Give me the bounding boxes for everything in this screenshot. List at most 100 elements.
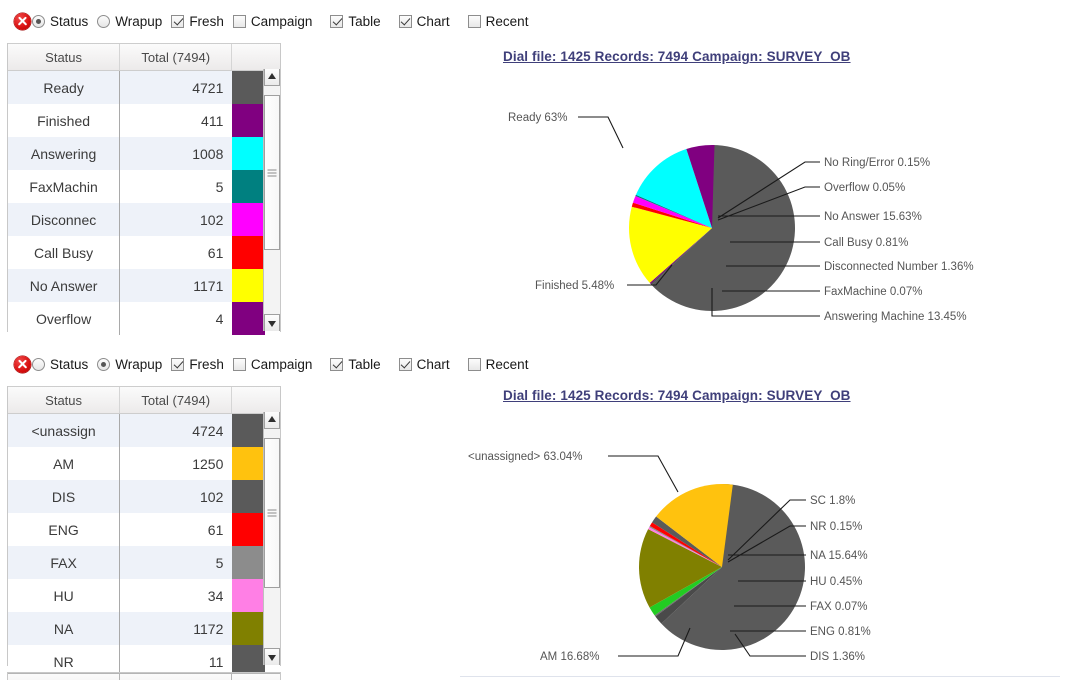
checkbox-table[interactable] — [330, 357, 344, 371]
cell-status: Disconnec — [8, 203, 121, 236]
table-row[interactable]: HU 34 — [8, 579, 280, 612]
table-row[interactable]: FaxMachin 5 — [8, 170, 280, 203]
table-row[interactable]: Ready 4721 — [8, 71, 280, 104]
option-label-campaign: Campaign — [250, 13, 313, 29]
radio-wrapup[interactable] — [97, 14, 111, 28]
pie-slice-label: <unassigned> 63.04% — [468, 451, 582, 463]
table-row[interactable]: <unassign 4724 — [8, 414, 280, 447]
cell-total: 61 — [207, 244, 224, 261]
table-row[interactable]: Call Busy 61 — [8, 236, 280, 269]
option-table[interactable]: Table — [330, 13, 381, 29]
checkbox-recent[interactable] — [467, 357, 481, 371]
table-row[interactable]: Overflow 4 — [8, 302, 280, 335]
table-row[interactable]: FAX 5 — [8, 546, 280, 579]
option-label-wrapup: Wrapup — [115, 13, 163, 29]
color-swatch — [232, 104, 266, 137]
table-row[interactable]: Finished 411 — [8, 104, 280, 137]
checkbox-chart[interactable] — [398, 357, 412, 371]
option-label-table: Table — [348, 356, 381, 372]
checkbox-fresh[interactable] — [171, 357, 185, 371]
option-campaign[interactable]: Campaign — [232, 13, 313, 29]
color-swatch — [232, 170, 266, 203]
next-table-partial — [7, 672, 281, 680]
scroll-up-button[interactable] — [264, 69, 280, 86]
column-header-status[interactable]: Status — [8, 44, 121, 70]
cell-total: 102 — [200, 211, 224, 228]
column-header-total[interactable]: Total (7494) — [120, 44, 233, 70]
status-pie-chart: Dial file: 1425 Records: 7494 Campaign: … — [460, 43, 1060, 333]
option-wrapup[interactable]: Wrapup — [97, 357, 162, 372]
option-wrapup[interactable]: Wrapup — [97, 14, 162, 29]
cell-total: 4724 — [192, 422, 224, 439]
radio-status[interactable] — [32, 357, 45, 371]
option-campaign[interactable]: Campaign — [232, 356, 313, 372]
pie-slice-label: Call Busy 0.81% — [824, 237, 908, 249]
option-recent[interactable]: Recent — [467, 13, 529, 29]
table-row[interactable]: DIS 102 — [8, 480, 280, 513]
partial-header-cell-status[interactable] — [8, 674, 121, 680]
cell-status: Call Busy — [8, 236, 121, 269]
scroll-down-button[interactable] — [264, 648, 280, 665]
cell-status: HU — [8, 579, 121, 612]
scroll-thumb[interactable] — [264, 95, 280, 250]
checkbox-table[interactable] — [330, 14, 344, 28]
cell-status: NA — [8, 612, 121, 645]
status-table: Status Total (7494) Ready 4721 Finished 411… — [7, 43, 281, 335]
table-row[interactable]: NA 1172 — [8, 612, 280, 645]
option-chart[interactable]: Chart — [398, 357, 450, 372]
table-row[interactable]: ENG 61 — [8, 513, 280, 546]
pie-slice-label: NR 0.15% — [810, 521, 862, 533]
option-label-status: Status — [50, 13, 89, 29]
table-scrollbar[interactable] — [263, 69, 280, 331]
option-table[interactable]: Table — [330, 356, 381, 372]
scroll-up-button[interactable] — [264, 412, 280, 429]
cell-status: FaxMachin — [8, 170, 121, 203]
table-row[interactable]: No Answer 1171 — [8, 269, 280, 302]
checkbox-campaign[interactable] — [232, 357, 246, 371]
radio-wrapup[interactable] — [97, 357, 111, 371]
option-label-fresh: Fresh — [189, 356, 224, 372]
table-row[interactable]: Answering 1008 — [8, 137, 280, 170]
close-circle-icon[interactable] — [14, 355, 31, 373]
cell-total: 61 — [207, 521, 224, 538]
table-row[interactable]: AM 1250 — [8, 447, 280, 480]
column-header-total[interactable]: Total (7494) — [120, 387, 233, 413]
option-label-recent: Recent — [485, 13, 529, 29]
partial-header-cell-total[interactable] — [120, 674, 233, 680]
option-label-table: Table — [348, 13, 381, 29]
checkbox-fresh[interactable] — [171, 14, 185, 28]
option-label-campaign: Campaign — [250, 356, 313, 372]
option-status[interactable]: Status — [32, 357, 88, 372]
cell-total: 5 — [215, 554, 224, 571]
option-recent[interactable]: Recent — [467, 357, 528, 372]
scroll-thumb[interactable] — [264, 438, 280, 588]
cell-status: ENG — [8, 513, 121, 546]
cell-total: 4 — [215, 310, 224, 327]
color-swatch — [232, 513, 266, 546]
scroll-down-button[interactable] — [264, 314, 280, 331]
options-bar-wrapup: Status Wrapup Fresh Campaign Table Chart… — [0, 351, 537, 377]
option-fresh[interactable]: Fresh — [171, 14, 224, 29]
option-fresh[interactable]: Fresh — [171, 357, 224, 372]
column-header-color[interactable] — [232, 44, 280, 70]
cell-total: 411 — [201, 112, 224, 129]
pie-slice-label: Answering Machine 13.45% — [824, 311, 967, 323]
cell-status: FAX — [8, 546, 121, 579]
checkbox-recent[interactable] — [467, 14, 481, 28]
pie-slice-label: SC 1.8% — [810, 495, 855, 507]
partial-header-cell-color[interactable] — [232, 674, 280, 680]
checkbox-chart[interactable] — [398, 14, 412, 28]
radio-status[interactable] — [32, 14, 45, 28]
column-header-status[interactable]: Status — [8, 387, 121, 413]
close-circle-icon[interactable] — [14, 12, 31, 30]
column-header-color[interactable] — [232, 387, 280, 413]
option-status[interactable]: Status — [32, 14, 88, 29]
checkbox-campaign[interactable] — [232, 14, 246, 28]
table-scrollbar[interactable] — [263, 412, 280, 665]
cell-status: Answering — [8, 137, 121, 170]
table-row[interactable]: Disconnec 102 — [8, 203, 280, 236]
table-body: <unassign 4724 AM 1250 DIS 102 ENG 61 FAX 5 HU 34 NA… — [8, 414, 280, 678]
pie-slice-label: AM 16.68% — [540, 651, 599, 663]
option-chart[interactable]: Chart — [398, 14, 450, 29]
color-swatch — [232, 236, 266, 269]
